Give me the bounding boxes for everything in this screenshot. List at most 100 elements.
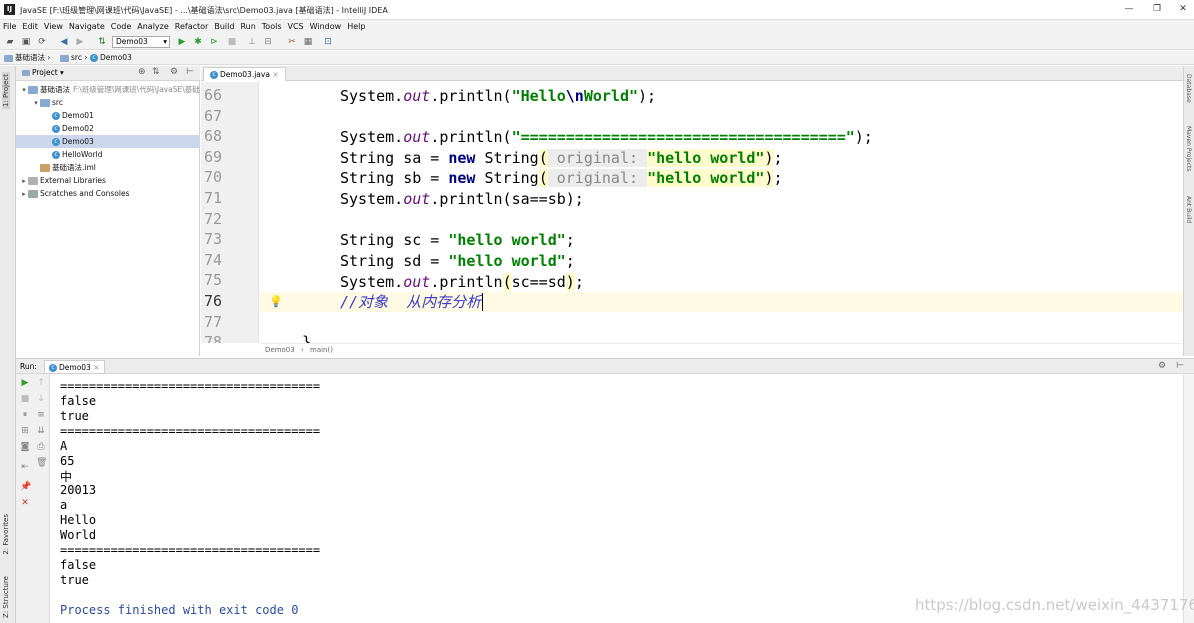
code-editor[interactable]: System.out.println("Hello\nWorld"); Syst… [260, 82, 1182, 343]
nav-crumb-class[interactable]: c Demo03 [90, 52, 132, 64]
coverage-icon[interactable]: ⊳ [208, 36, 220, 48]
search-everywhere-icon[interactable]: ⊡ [322, 36, 334, 48]
menu-edit[interactable]: Edit [19, 20, 41, 34]
close-run-icon[interactable]: ✕ [20, 498, 30, 508]
lightbulb-icon[interactable]: 💡 [269, 295, 283, 308]
menu-vcs[interactable]: VCS [285, 20, 307, 34]
rerun-icon[interactable]: ▶ [20, 378, 30, 388]
tree-item[interactable]: c HelloWorld [16, 148, 200, 161]
pause-icon[interactable]: ⏸ [20, 410, 30, 420]
tree-item[interactable]: c Demo02 [16, 122, 200, 135]
project-tool-tab[interactable]: 1: Project [2, 72, 10, 109]
console-line: ==================================== [60, 542, 321, 557]
build-icon[interactable]: ⇅ [96, 36, 108, 48]
tree-item[interactable]: c Demo01 [16, 109, 200, 122]
exit-icon[interactable]: ⇤ [20, 462, 30, 472]
sync-icon[interactable]: ⟳ [36, 36, 48, 48]
soft-wrap-icon[interactable]: ≡ [36, 410, 46, 420]
sdk-icon[interactable]: ⊟ [262, 36, 274, 48]
menu-refactor[interactable]: Refactor [172, 20, 212, 34]
title-bar: IJ JavaSE [F:\班级管理\网课班\代码\JavaSE] - ...\… [0, 0, 1194, 20]
stop-icon[interactable]: ■ [20, 394, 30, 404]
maven-tool-tab[interactable]: Maven Projects [1185, 126, 1192, 171]
camera-icon[interactable]: ◙ [20, 442, 30, 452]
console-line: Hello [60, 513, 97, 528]
collapse-icon[interactable]: ⇅ [152, 67, 160, 77]
stop-icon[interactable]: ■ [226, 36, 238, 48]
scroll-down-icon[interactable]: ↓ [36, 394, 46, 404]
gear-icon[interactable]: ⚙ [170, 67, 178, 77]
tab-demo03-java[interactable]: c Demo03.java × [203, 67, 286, 81]
menu-help[interactable]: Help [344, 20, 368, 34]
folder-icon [28, 86, 38, 94]
minimize-button[interactable]: — [1122, 3, 1136, 15]
menu-bar: File Edit View Navigate Code Analyze Refactor B… [0, 20, 1194, 34]
print-icon[interactable]: ⎙ [36, 442, 46, 452]
breadcrumb-class[interactable]: Demo03 [265, 346, 295, 354]
run-icon[interactable]: ▶ [176, 36, 188, 48]
editor-breadcrumb: Demo03 › main() [260, 343, 1182, 356]
tree-item-label: External Libraries [40, 176, 106, 185]
hide-panel-icon[interactable]: ⊢ [1176, 361, 1184, 371]
structure-tool-tab[interactable]: Z: Structure [2, 576, 10, 618]
settings-icon[interactable]: ✂ [286, 36, 298, 48]
save-icon[interactable]: ▣ [20, 36, 32, 48]
project-structure-icon[interactable]: ▦ [302, 36, 314, 48]
dump-icon[interactable]: ⊞ [20, 426, 30, 436]
console-line: false [60, 393, 97, 408]
forward-icon[interactable]: ▶ [74, 36, 86, 48]
ant-tool-tab[interactable]: Ant Build [1185, 196, 1192, 223]
menu-run[interactable]: Run [237, 20, 258, 34]
open-folder-icon[interactable]: ▰ [4, 36, 16, 48]
run-tab-demo03[interactable]: c Demo03 × [44, 360, 105, 374]
right-tool-stripe: Database Maven Projects Ant Build [1183, 66, 1194, 356]
database-tool-tab[interactable]: Database [1185, 74, 1192, 103]
close-tab-icon[interactable]: × [272, 70, 278, 79]
close-tab-icon[interactable]: × [93, 363, 99, 372]
close-button[interactable]: ✕ [1176, 3, 1190, 15]
console-line: true [60, 408, 89, 423]
console-line: A [60, 438, 68, 453]
console-scrollbar[interactable] [1183, 374, 1194, 623]
vcs-icon[interactable]: ⊥ [246, 36, 258, 48]
chevron-right-icon[interactable]: ▸ [20, 188, 28, 201]
gear-icon[interactable]: ⚙ [1158, 361, 1166, 371]
breadcrumb-method[interactable]: main() [310, 346, 333, 354]
menu-build[interactable]: Build [211, 20, 237, 34]
tree-item[interactable]: ▸ External Libraries [16, 174, 200, 187]
tree-item[interactable]: ▸ Scratches and Consoles [16, 187, 200, 200]
menu-window[interactable]: Window [307, 20, 345, 34]
menu-code[interactable]: Code [108, 20, 134, 34]
run-console[interactable]: ==================================== fals… [51, 374, 1183, 623]
run-config-select[interactable]: Demo03 ▾ [112, 36, 170, 48]
iml-file-icon [40, 164, 50, 172]
menu-tools[interactable]: Tools [259, 20, 285, 34]
favorites-tool-tab[interactable]: 2: Favorites [2, 514, 10, 555]
menu-analyze[interactable]: Analyze [134, 20, 172, 34]
back-icon[interactable]: ◀ [58, 36, 70, 48]
project-view-select[interactable]: Project ▾ [22, 68, 64, 77]
code-line-69: String sa = new String( original: "hello… [340, 149, 783, 167]
menu-file[interactable]: File [0, 20, 19, 34]
pin-icon[interactable]: 📌 [20, 482, 31, 492]
scroll-end-icon[interactable]: ⇊ [36, 426, 46, 436]
tree-item[interactable]: ▾ src [16, 96, 200, 109]
debug-icon[interactable]: ✱ [192, 36, 204, 48]
tree-item[interactable]: c Demo03 [16, 135, 200, 148]
code-line-78: } [302, 333, 312, 343]
editor-tab-bar: c Demo03.java × [201, 66, 1183, 81]
scroll-up-icon[interactable]: ↑ [36, 378, 46, 388]
tree-item[interactable]: 基础语法.iml [16, 161, 200, 174]
line-number: 72 [204, 209, 223, 228]
target-icon[interactable]: ⊕ [138, 67, 146, 77]
hide-icon[interactable]: ⊢ [186, 67, 194, 77]
tree-item[interactable]: ▾ 基础语法 F:\班级管理\网课班\代码\JavaSE\基础 [16, 83, 200, 96]
trash-icon[interactable]: 🗑 [36, 458, 47, 468]
tree-item-label: Demo02 [62, 124, 94, 133]
line-number: 74 [204, 250, 223, 269]
maximize-button[interactable]: ❐ [1150, 3, 1164, 15]
nav-crumb-module[interactable]: 基础语法 › [4, 52, 50, 64]
menu-navigate[interactable]: Navigate [66, 20, 108, 34]
menu-view[interactable]: View [41, 20, 66, 34]
nav-crumb-src[interactable]: src › [60, 52, 87, 64]
